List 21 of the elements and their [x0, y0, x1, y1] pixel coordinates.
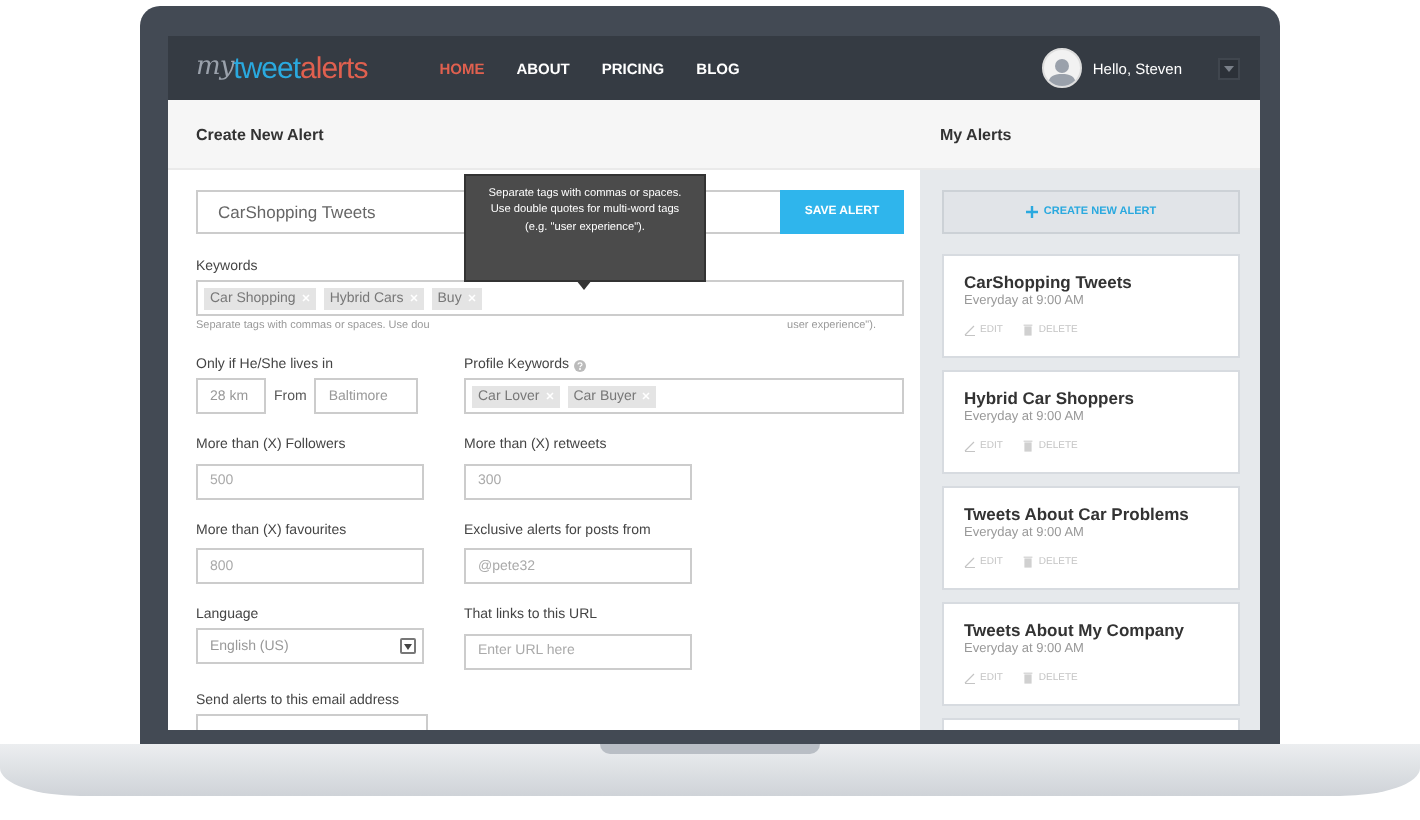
alert-name: Tweets About Car Problems	[964, 504, 1191, 524]
alert-name: Tweets About My Company	[964, 620, 1187, 640]
trash-icon	[1022, 440, 1035, 452]
dropdown-caret-icon[interactable]	[1218, 57, 1240, 79]
trash-icon	[1022, 556, 1035, 568]
pencil-icon	[964, 556, 976, 568]
logo[interactable]: mytweetalerts	[196, 51, 368, 85]
pencil-icon	[964, 324, 976, 336]
avatar-icon[interactable]	[1042, 48, 1083, 88]
alert-name: CarShopping Tweets	[964, 272, 1134, 292]
pencil-icon	[964, 440, 976, 452]
panel-title: My Alerts	[940, 125, 1012, 143]
pencil-icon	[964, 672, 976, 684]
alert-name: Hybrid Car Shoppers	[964, 388, 1137, 408]
plus-icon	[1025, 206, 1038, 218]
trash-icon	[1022, 672, 1035, 684]
email-field[interactable]	[196, 713, 428, 730]
panel-title: Create New Alert	[196, 125, 324, 143]
dropdown-arrow-icon[interactable]	[400, 638, 416, 654]
trash-icon	[1022, 324, 1035, 336]
help-icon[interactable]	[573, 359, 586, 371]
